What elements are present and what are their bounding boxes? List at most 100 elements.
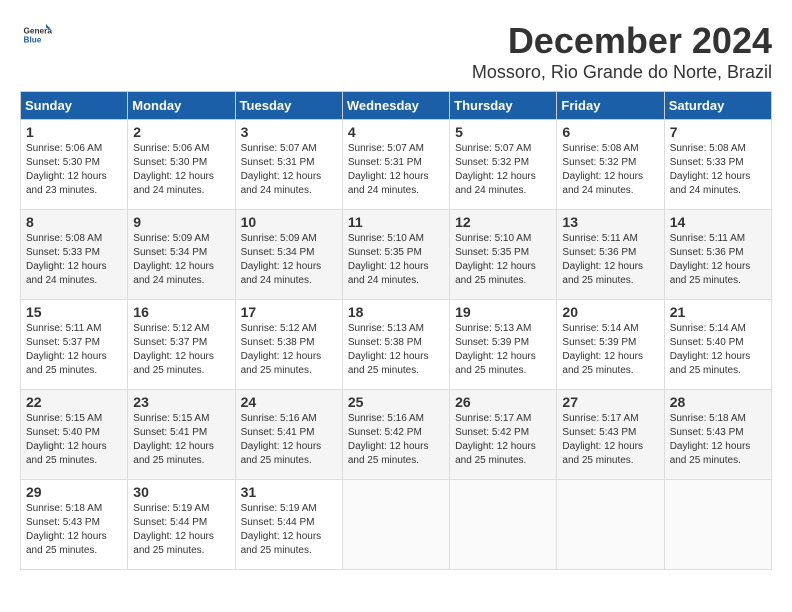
- day-info: Sunrise: 5:13 AM Sunset: 5:38 PM Dayligh…: [348, 322, 444, 378]
- page-subtitle: Mossoro, Rio Grande do Norte, Brazil: [472, 62, 772, 83]
- col-wednesday: Wednesday: [342, 92, 449, 120]
- day-info: Sunrise: 5:11 AM Sunset: 5:36 PM Dayligh…: [670, 232, 766, 288]
- day-info: Sunrise: 5:11 AM Sunset: 5:37 PM Dayligh…: [26, 322, 122, 378]
- table-row: 30Sunrise: 5:19 AM Sunset: 5:44 PM Dayli…: [128, 480, 235, 570]
- day-info: Sunrise: 5:08 AM Sunset: 5:32 PM Dayligh…: [562, 142, 658, 198]
- day-number: 21: [670, 304, 766, 320]
- table-row: 7 Sunrise: 5:08 AM Sunset: 5:33 PM Daylig…: [664, 120, 771, 210]
- table-row: [450, 480, 557, 570]
- day-info: Sunrise: 5:10 AM Sunset: 5:35 PM Dayligh…: [455, 232, 551, 288]
- title-section: December 2024 Mossoro, Rio Grande do Nor…: [472, 20, 772, 83]
- col-tuesday: Tuesday: [235, 92, 342, 120]
- calendar-week-row: 22Sunrise: 5:15 AM Sunset: 5:40 PM Dayli…: [21, 390, 772, 480]
- day-number: 22: [26, 394, 122, 410]
- day-number: 19: [455, 304, 551, 320]
- day-number: 9: [133, 214, 229, 230]
- table-row: 12 Sunrise: 5:10 AM Sunset: 5:35 PM Dayli…: [450, 210, 557, 300]
- day-number: 13: [562, 214, 658, 230]
- table-row: 8 Sunrise: 5:08 AM Sunset: 5:33 PM Daylig…: [21, 210, 128, 300]
- table-row: 6 Sunrise: 5:08 AM Sunset: 5:32 PM Daylig…: [557, 120, 664, 210]
- day-info: Sunrise: 5:09 AM Sunset: 5:34 PM Dayligh…: [133, 232, 229, 288]
- day-info: Sunrise: 5:09 AM Sunset: 5:34 PM Dayligh…: [241, 232, 337, 288]
- day-number: 2: [133, 124, 229, 140]
- table-row: 23Sunrise: 5:15 AM Sunset: 5:41 PM Dayli…: [128, 390, 235, 480]
- table-row: 20 Sunrise: 5:14 AM Sunset: 5:39 PM Dayli…: [557, 300, 664, 390]
- table-row: [664, 480, 771, 570]
- table-row: 21 Sunrise: 5:14 AM Sunset: 5:40 PM Dayli…: [664, 300, 771, 390]
- table-row: 15 Sunrise: 5:11 AM Sunset: 5:37 PM Dayli…: [21, 300, 128, 390]
- page-title: December 2024: [472, 20, 772, 62]
- col-saturday: Saturday: [664, 92, 771, 120]
- day-info: Sunrise: 5:19 AM Sunset: 5:44 PM Dayligh…: [133, 502, 229, 558]
- day-number: 25: [348, 394, 444, 410]
- table-row: [557, 480, 664, 570]
- day-info: Sunrise: 5:17 AM Sunset: 5:42 PM Dayligh…: [455, 412, 551, 468]
- day-number: 3: [241, 124, 337, 140]
- day-info: Sunrise: 5:15 AM Sunset: 5:41 PM Dayligh…: [133, 412, 229, 468]
- day-number: 8: [26, 214, 122, 230]
- day-number: 17: [241, 304, 337, 320]
- day-info: Sunrise: 5:07 AM Sunset: 5:31 PM Dayligh…: [241, 142, 337, 198]
- calendar-body: 1Sunrise: 5:06 AM Sunset: 5:30 PM Daylig…: [21, 120, 772, 570]
- day-info: Sunrise: 5:13 AM Sunset: 5:39 PM Dayligh…: [455, 322, 551, 378]
- day-info: Sunrise: 5:14 AM Sunset: 5:39 PM Dayligh…: [562, 322, 658, 378]
- day-number: 6: [562, 124, 658, 140]
- table-row: [342, 480, 449, 570]
- table-row: 14 Sunrise: 5:11 AM Sunset: 5:36 PM Dayli…: [664, 210, 771, 300]
- table-row: 4 Sunrise: 5:07 AM Sunset: 5:31 PM Daylig…: [342, 120, 449, 210]
- day-number: 24: [241, 394, 337, 410]
- day-info: Sunrise: 5:12 AM Sunset: 5:37 PM Dayligh…: [133, 322, 229, 378]
- col-thursday: Thursday: [450, 92, 557, 120]
- day-number: 31: [241, 484, 337, 500]
- day-number: 4: [348, 124, 444, 140]
- calendar-header-row: Sunday Monday Tuesday Wednesday Thursday…: [21, 92, 772, 120]
- col-monday: Monday: [128, 92, 235, 120]
- day-info: Sunrise: 5:07 AM Sunset: 5:32 PM Dayligh…: [455, 142, 551, 198]
- day-info: Sunrise: 5:18 AM Sunset: 5:43 PM Dayligh…: [26, 502, 122, 558]
- col-sunday: Sunday: [21, 92, 128, 120]
- table-row: 11Sunrise: 5:10 AM Sunset: 5:35 PM Dayli…: [342, 210, 449, 300]
- table-row: 26Sunrise: 5:17 AM Sunset: 5:42 PM Dayli…: [450, 390, 557, 480]
- table-row: 1Sunrise: 5:06 AM Sunset: 5:30 PM Daylig…: [21, 120, 128, 210]
- day-number: 29: [26, 484, 122, 500]
- day-number: 18: [348, 304, 444, 320]
- day-info: Sunrise: 5:19 AM Sunset: 5:44 PM Dayligh…: [241, 502, 337, 558]
- day-number: 15: [26, 304, 122, 320]
- day-info: Sunrise: 5:18 AM Sunset: 5:43 PM Dayligh…: [670, 412, 766, 468]
- day-info: Sunrise: 5:16 AM Sunset: 5:42 PM Dayligh…: [348, 412, 444, 468]
- svg-text:Blue: Blue: [24, 36, 42, 45]
- table-row: 3 Sunrise: 5:07 AM Sunset: 5:31 PM Daylig…: [235, 120, 342, 210]
- day-number: 28: [670, 394, 766, 410]
- table-row: 22Sunrise: 5:15 AM Sunset: 5:40 PM Dayli…: [21, 390, 128, 480]
- table-row: 10Sunrise: 5:09 AM Sunset: 5:34 PM Dayli…: [235, 210, 342, 300]
- table-row: 2 Sunrise: 5:06 AM Sunset: 5:30 PM Daylig…: [128, 120, 235, 210]
- table-row: 25 Sunrise: 5:16 AM Sunset: 5:42 PM Dayli…: [342, 390, 449, 480]
- calendar-week-row: 15 Sunrise: 5:11 AM Sunset: 5:37 PM Dayli…: [21, 300, 772, 390]
- day-info: Sunrise: 5:06 AM Sunset: 5:30 PM Dayligh…: [26, 142, 122, 198]
- day-info: Sunrise: 5:08 AM Sunset: 5:33 PM Dayligh…: [670, 142, 766, 198]
- calendar-week-row: 8 Sunrise: 5:08 AM Sunset: 5:33 PM Daylig…: [21, 210, 772, 300]
- day-info: Sunrise: 5:14 AM Sunset: 5:40 PM Dayligh…: [670, 322, 766, 378]
- day-number: 14: [670, 214, 766, 230]
- table-row: 5 Sunrise: 5:07 AM Sunset: 5:32 PM Daylig…: [450, 120, 557, 210]
- day-number: 20: [562, 304, 658, 320]
- calendar-table: Sunday Monday Tuesday Wednesday Thursday…: [20, 91, 772, 570]
- table-row: 24 Sunrise: 5:16 AM Sunset: 5:41 PM Dayli…: [235, 390, 342, 480]
- day-number: 5: [455, 124, 551, 140]
- table-row: 18 Sunrise: 5:13 AM Sunset: 5:38 PM Dayli…: [342, 300, 449, 390]
- table-row: 19 Sunrise: 5:13 AM Sunset: 5:39 PM Dayli…: [450, 300, 557, 390]
- table-row: 28 Sunrise: 5:18 AM Sunset: 5:43 PM Dayli…: [664, 390, 771, 480]
- page-header: General Blue December 2024 Mossoro, Rio …: [20, 20, 772, 83]
- table-row: 9 Sunrise: 5:09 AM Sunset: 5:34 PM Daylig…: [128, 210, 235, 300]
- table-row: 31 Sunrise: 5:19 AM Sunset: 5:44 PM Dayli…: [235, 480, 342, 570]
- day-number: 16: [133, 304, 229, 320]
- day-number: 27: [562, 394, 658, 410]
- day-info: Sunrise: 5:16 AM Sunset: 5:41 PM Dayligh…: [241, 412, 337, 468]
- day-number: 12: [455, 214, 551, 230]
- day-info: Sunrise: 5:07 AM Sunset: 5:31 PM Dayligh…: [348, 142, 444, 198]
- day-info: Sunrise: 5:06 AM Sunset: 5:30 PM Dayligh…: [133, 142, 229, 198]
- day-info: Sunrise: 5:17 AM Sunset: 5:43 PM Dayligh…: [562, 412, 658, 468]
- table-row: 13Sunrise: 5:11 AM Sunset: 5:36 PM Dayli…: [557, 210, 664, 300]
- day-info: Sunrise: 5:08 AM Sunset: 5:33 PM Dayligh…: [26, 232, 122, 288]
- day-number: 7: [670, 124, 766, 140]
